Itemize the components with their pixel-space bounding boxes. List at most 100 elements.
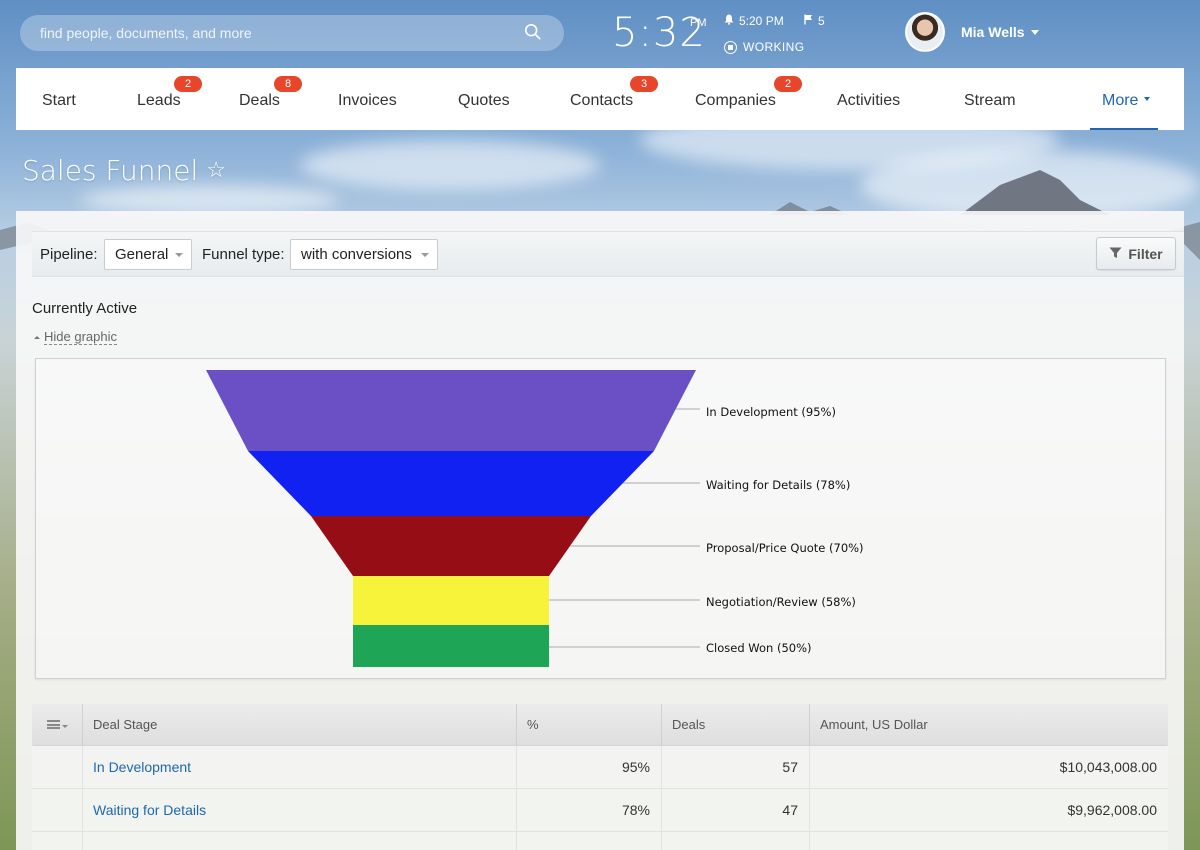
workarea: Pipeline: General Funnel type: with conv…: [16, 211, 1184, 850]
count-badge: 8: [274, 76, 302, 92]
nav-label: Companies: [695, 92, 776, 109]
nav-label: Leads: [137, 92, 181, 109]
percent-cell: 95%: [516, 746, 661, 788]
deal-stage-link[interactable]: In Development: [82, 746, 516, 788]
chevron-down-icon: [1144, 97, 1151, 101]
funnel-segment: [353, 625, 549, 667]
user-menu[interactable]: Mia Wells: [961, 24, 1039, 40]
nav-item-quotes[interactable]: Quotes: [458, 68, 510, 130]
filter-icon: [1109, 246, 1122, 262]
deals-cell: 47: [661, 789, 809, 831]
count-badge: 2: [174, 76, 202, 92]
filter-button-label: Filter: [1128, 245, 1163, 262]
funnel-label: Proposal/Price Quote (70%): [706, 541, 864, 555]
nav-item-start[interactable]: Start: [42, 68, 76, 130]
table-header: Deal Stage % Deals Amount, US Dollar: [32, 704, 1168, 746]
row-spacer: [32, 832, 82, 850]
percent-cell: 78%: [516, 789, 661, 831]
nav-item-invoices[interactable]: Invoices: [338, 68, 397, 130]
avatar[interactable]: [905, 12, 945, 52]
nav-item-deals[interactable]: 8 Deals: [239, 68, 302, 130]
count-badge: 2: [774, 76, 802, 92]
search-box[interactable]: find people, documents, and more: [20, 15, 564, 51]
chevron-up-icon: [34, 335, 40, 339]
pipeline-value: General: [115, 246, 169, 263]
funnel-label: Negotiation/Review (58%): [706, 595, 856, 609]
alarm-reminder[interactable]: 5:20 PM: [724, 14, 784, 28]
section-title: Currently Active: [32, 300, 138, 317]
table-row: [32, 832, 1168, 850]
bell-icon: [724, 14, 734, 28]
active-indicator: [1090, 128, 1159, 130]
tasks-flag[interactable]: 5: [804, 14, 825, 28]
work-status[interactable]: WORKING: [724, 40, 804, 54]
pipeline-select[interactable]: General: [104, 239, 192, 270]
chevron-down-icon: [175, 253, 183, 257]
chevron-down-icon: [421, 253, 429, 257]
row-spacer: [32, 746, 82, 788]
row-spacer: [32, 789, 82, 831]
table-row: Waiting for Details 78% 47 $9,962,008.00: [32, 789, 1168, 832]
nav-label: Start: [42, 92, 76, 109]
column-header-deal-stage[interactable]: Deal Stage: [82, 704, 516, 745]
menu-icon: [46, 720, 68, 729]
search-icon[interactable]: [524, 23, 544, 43]
alarm-time: 5:20 PM: [739, 14, 784, 28]
funnel-chart: In Development (95%) Waiting for Details …: [35, 358, 1166, 679]
nav-item-contacts[interactable]: 3 Contacts: [570, 68, 658, 130]
deals-cell: 57: [661, 746, 809, 788]
user-name: Mia Wells: [961, 24, 1025, 40]
nav-label: Contacts: [570, 92, 634, 109]
funnel-type-select[interactable]: with conversions: [290, 239, 438, 270]
funnel-svg: In Development (95%) Waiting for Details …: [206, 370, 864, 667]
nav-item-more[interactable]: More: [1090, 68, 1159, 130]
funnel-label: Waiting for Details (78%): [706, 478, 850, 492]
stop-icon: [724, 40, 737, 54]
table-row: In Development 95% 57 $10,043,008.00: [32, 746, 1168, 789]
flag-icon: [804, 14, 813, 28]
star-icon[interactable]: ☆: [206, 158, 226, 183]
nav-item-activities[interactable]: Activities: [837, 68, 900, 130]
nav-item-companies[interactable]: 2 Companies: [695, 68, 802, 130]
deal-stage-link[interactable]: Waiting for Details: [82, 789, 516, 831]
filter-bar: Pipeline: General Funnel type: with conv…: [32, 231, 1184, 277]
search-input[interactable]: find people, documents, and more: [40, 25, 524, 41]
page-title-text: Sales Funnel: [22, 154, 199, 187]
pipeline-label: Pipeline:: [40, 246, 98, 263]
row-cell: [516, 832, 661, 850]
filter-button[interactable]: Filter: [1096, 237, 1176, 270]
amount-cell: $9,962,008.00: [809, 789, 1168, 831]
flag-count: 5: [818, 14, 825, 28]
funnel-segment: [311, 516, 591, 576]
top-bar: find people, documents, and more 5:32 PM…: [0, 0, 1200, 68]
nav-label: More: [1102, 92, 1139, 109]
funnel-segment: [248, 451, 654, 516]
nav-label: Deals: [239, 92, 280, 109]
column-settings[interactable]: [32, 704, 82, 745]
hide-graphic-label: Hide graphic: [44, 329, 117, 345]
page-title: Sales Funnel ☆: [22, 154, 226, 187]
funnel-type-label: Funnel type:: [202, 246, 285, 263]
nav-label: Invoices: [338, 92, 397, 109]
nav-item-leads[interactable]: 2 Leads: [137, 68, 202, 130]
funnel-segment: [353, 576, 549, 625]
funnel-type-value: with conversions: [301, 246, 412, 263]
nav-label: Activities: [837, 92, 901, 109]
funnel-segment: [206, 370, 696, 451]
count-badge: 3: [630, 76, 658, 92]
row-cell: [809, 832, 1168, 850]
work-status-label: WORKING: [743, 40, 805, 54]
funnel-label: In Development (95%): [706, 405, 836, 419]
funnel-label: Closed Won (50%): [706, 641, 812, 655]
hide-graphic-toggle[interactable]: Hide graphic: [34, 329, 117, 345]
main-nav: Start 2 Leads 8 Deals Invoices Quotes 3 …: [16, 68, 1184, 130]
column-header-deals[interactable]: Deals: [661, 704, 809, 745]
column-header-amount[interactable]: Amount, US Dollar: [809, 704, 1168, 745]
chevron-down-icon: [1030, 29, 1039, 35]
nav-item-stream[interactable]: Stream: [964, 68, 1016, 130]
clock-ampm: PM: [690, 17, 707, 29]
nav-label: Stream: [964, 92, 1016, 109]
column-header-percent[interactable]: %: [516, 704, 661, 745]
deals-table: Deal Stage % Deals Amount, US Dollar In …: [32, 704, 1168, 850]
row-cell: [82, 832, 516, 850]
